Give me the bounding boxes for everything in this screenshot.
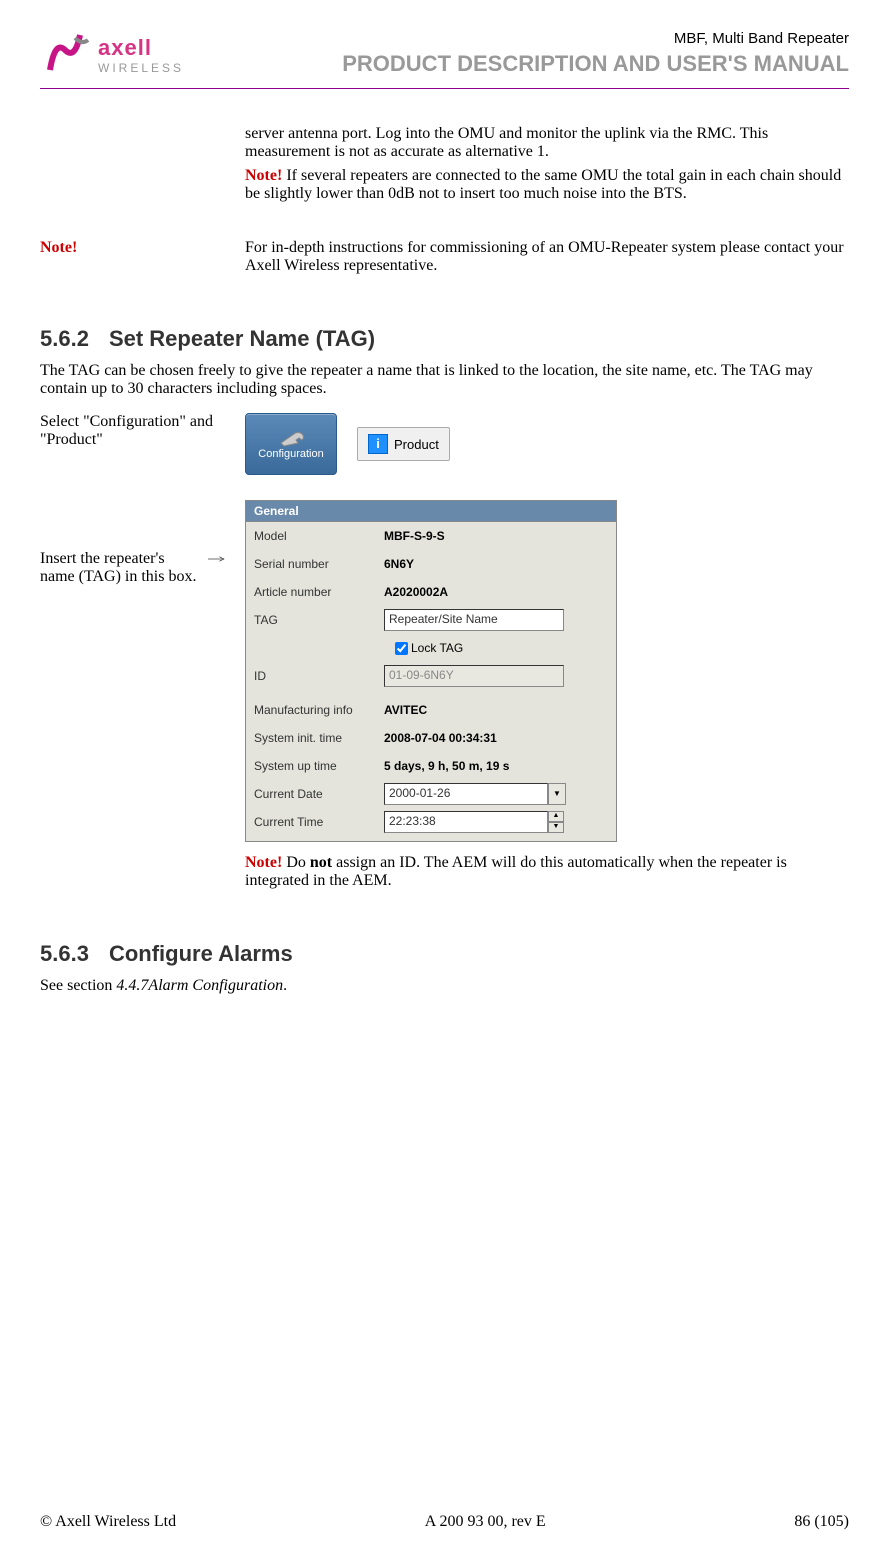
configuration-button[interactable]: Configuration xyxy=(245,413,337,475)
tag-input[interactable]: Repeater/Site Name xyxy=(384,609,564,631)
spinner-down-icon[interactable]: ▼ xyxy=(548,822,564,833)
model-label: Model xyxy=(254,529,384,543)
info-icon: i xyxy=(368,434,388,454)
wrench-icon xyxy=(276,428,306,448)
article-label: Article number xyxy=(254,585,384,599)
section-563-body: See section 4.4.7Alarm Configuration. xyxy=(40,977,849,995)
footer-page: 86 (105) xyxy=(794,1513,849,1531)
sysinit-value: 2008-07-04 00:34:31 xyxy=(384,731,497,745)
id-label: ID xyxy=(254,669,384,683)
section-title-563: Configure Alarms xyxy=(109,941,293,966)
current-date-input[interactable]: 2000-01-26 xyxy=(384,783,548,805)
id-input: 01-09-6N6Y xyxy=(384,665,564,687)
config-button-label: Configuration xyxy=(258,448,323,460)
margin-note-label: Note! xyxy=(40,239,77,256)
current-time-input[interactable]: 22:23:38 xyxy=(384,811,548,833)
footer-copyright: © Axell Wireless Ltd xyxy=(40,1513,176,1531)
dropdown-arrow-icon[interactable]: ▼ xyxy=(548,783,566,805)
footer-docid: A 200 93 00, rev E xyxy=(425,1513,546,1531)
note-paragraph-2: For in-depth instructions for commission… xyxy=(245,239,849,275)
mfg-label: Manufacturing info xyxy=(254,703,384,717)
section-heading-562: 5.6.2 Set Repeater Name (TAG) xyxy=(40,326,849,352)
note-paragraph-1: Note! If several repeaters are connected… xyxy=(245,167,849,203)
lock-tag-label: Lock TAG xyxy=(411,641,463,655)
tag-label: TAG xyxy=(254,613,384,627)
sec563-pre: See section xyxy=(40,977,116,994)
page-footer: © Axell Wireless Ltd A 200 93 00, rev E … xyxy=(40,1513,849,1531)
mfg-value: AVITEC xyxy=(384,703,427,717)
serial-label: Serial number xyxy=(254,557,384,571)
note-prefix: Note! xyxy=(245,167,282,184)
note-paragraph-3: Note! Do not assign an ID. The AEM will … xyxy=(245,854,849,890)
logo-icon xyxy=(40,30,94,80)
sec563-post: . xyxy=(283,977,287,994)
product-button[interactable]: i Product xyxy=(357,427,450,461)
continuation-paragraph: server antenna port. Log into the OMU an… xyxy=(245,125,849,161)
article-value: A2020002A xyxy=(384,585,448,599)
general-panel: General Model MBF-S-9-S Serial number 6N… xyxy=(245,500,617,842)
logo: axell WIRELESS xyxy=(40,30,184,80)
curdate-label: Current Date xyxy=(254,787,384,801)
arrow-icon xyxy=(208,553,225,565)
sec563-ref: 4.4.7Alarm Configuration xyxy=(116,977,283,994)
doc-title-small: MBF, Multi Band Repeater xyxy=(342,30,849,47)
doc-title-big: PRODUCT DESCRIPTION AND USER'S MANUAL xyxy=(342,51,849,77)
instruction-2: Insert the repeater's name (TAG) in this… xyxy=(40,550,202,586)
instruction-1: Select "Configuration" and "Product" xyxy=(40,413,225,449)
sysup-label: System up time xyxy=(254,759,384,773)
section-title: Set Repeater Name (TAG) xyxy=(109,326,375,351)
panel-title: General xyxy=(246,501,616,522)
serial-value: 6N6Y xyxy=(384,557,414,571)
note-text: If several repeaters are connected to th… xyxy=(245,167,841,202)
note3-bold: not xyxy=(310,854,332,871)
product-button-label: Product xyxy=(394,437,439,452)
logo-text-main: axell xyxy=(98,35,184,61)
logo-text-sub: WIRELESS xyxy=(98,61,184,75)
section-number-563: 5.6.3 xyxy=(40,941,89,967)
model-value: MBF-S-9-S xyxy=(384,529,445,543)
section-number: 5.6.2 xyxy=(40,326,89,352)
spinner-up-icon[interactable]: ▲ xyxy=(548,811,564,822)
section-heading-563: 5.6.3 Configure Alarms xyxy=(40,941,849,967)
lock-tag-checkbox[interactable] xyxy=(395,642,408,655)
page-header: axell WIRELESS MBF, Multi Band Repeater … xyxy=(40,30,849,89)
note-prefix-3: Note! xyxy=(245,854,282,871)
sysup-value: 5 days, 9 h, 50 m, 19 s xyxy=(384,759,509,773)
sysinit-label: System init. time xyxy=(254,731,384,745)
curtime-label: Current Time xyxy=(254,815,384,829)
note3-text1: Do xyxy=(282,854,310,871)
section-562-body: The TAG can be chosen freely to give the… xyxy=(40,362,849,398)
